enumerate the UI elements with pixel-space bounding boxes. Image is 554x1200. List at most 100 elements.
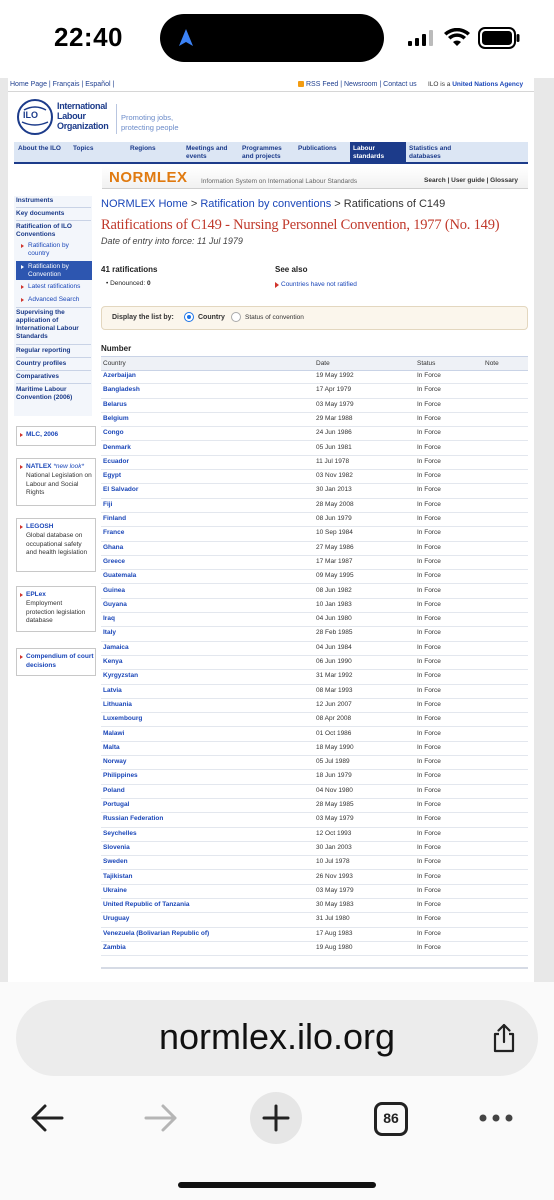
country-link[interactable]: Italy [103, 629, 116, 636]
nav-about[interactable]: About the ILO [18, 145, 61, 152]
not-ratified-link[interactable]: Countries have not ratified [281, 281, 357, 288]
country-link[interactable]: Russian Federation [103, 815, 163, 822]
country-link[interactable]: Latvia [103, 687, 122, 694]
country-link[interactable]: Kenya [103, 658, 123, 665]
nav-regions[interactable]: Regions [130, 145, 156, 152]
nav-publications[interactable]: Publications [298, 145, 337, 152]
un-agency-link[interactable]: United Nations Agency [452, 81, 523, 88]
ratification-date: 03 May 1979 [316, 886, 354, 894]
country-link[interactable]: Kyrgyzstan [103, 672, 138, 679]
country-link[interactable]: El Salvador [103, 486, 138, 493]
user-guide-link[interactable]: User guide [451, 177, 485, 184]
country-link[interactable]: Luxembourg [103, 715, 142, 722]
country-link[interactable]: Ecuador [103, 458, 129, 465]
country-link[interactable]: Malawi [103, 730, 124, 737]
share-icon[interactable] [490, 1022, 518, 1054]
sidebar-item-instruments[interactable]: Instruments [16, 197, 91, 205]
rss-newsroom-contact-links[interactable]: RSS Feed | Newsroom | Contact us [306, 81, 417, 88]
country-link[interactable]: Greece [103, 558, 125, 565]
radio-country[interactable] [184, 312, 194, 322]
country-link[interactable]: Egypt [103, 472, 121, 479]
nav-labour-standards[interactable]: Labour standards [353, 145, 403, 161]
sidebar-item-mlc[interactable]: Maritime Labour Convention (2006) [16, 386, 91, 402]
breadcrumb-home[interactable]: NORMLEX Home [101, 198, 188, 210]
glossary-link[interactable]: Glossary [490, 177, 518, 184]
country-link[interactable]: Fiji [103, 501, 112, 508]
sidebar-item-regular-reporting[interactable]: Regular reporting [16, 347, 91, 355]
country-link[interactable]: Guatemala [103, 572, 136, 579]
country-link[interactable]: Zambia [103, 944, 126, 951]
sidebar-item-supervising[interactable]: Supervising the application of Internati… [16, 309, 91, 341]
sidebar-item-comparatives[interactable]: Comparatives [16, 373, 91, 381]
slogan: Promoting jobs, protecting people [121, 113, 179, 133]
country-link[interactable]: Guyana [103, 601, 127, 608]
country-link[interactable]: Tajikistan [103, 873, 133, 880]
sidebar-item-by-convention[interactable]: Ratification by Convention [28, 263, 88, 279]
eplex-description: Employment protection legislation databa… [26, 600, 86, 624]
sidebar-item-country-profiles[interactable]: Country profiles [16, 360, 91, 368]
country-link[interactable]: Jamaica [103, 644, 129, 651]
back-icon[interactable] [28, 1102, 66, 1134]
forward-icon[interactable] [142, 1102, 180, 1134]
country-link[interactable]: Guinea [103, 587, 125, 594]
compendium-link[interactable]: Compendium of court decisions [26, 653, 94, 670]
sidebar-item-advanced-search[interactable]: Advanced Search [28, 296, 88, 304]
sidebar-item-by-country[interactable]: Ratification by country [28, 242, 88, 258]
country-link[interactable]: Philippines [103, 772, 138, 779]
country-link[interactable]: France [103, 529, 124, 536]
col-header-status[interactable]: Status [417, 360, 435, 367]
country-link[interactable]: Congo [103, 429, 124, 436]
radio-status[interactable] [231, 312, 241, 322]
more-icon[interactable] [478, 1112, 514, 1124]
country-link[interactable]: Ghana [103, 544, 123, 551]
normlex-brand[interactable]: NORMLEX [109, 169, 188, 186]
mlc-box[interactable]: MLC, 2006 [16, 426, 96, 446]
nav-statistics[interactable]: Statistics and databases [409, 145, 469, 161]
compendium-box[interactable]: Compendium of court decisions [16, 648, 96, 676]
country-link[interactable]: Bangladesh [103, 386, 140, 393]
country-link[interactable]: Slovenia [103, 844, 130, 851]
country-link[interactable]: Finland [103, 515, 126, 522]
table-row: Guatemala 09 May 1995 In Force [101, 569, 528, 585]
country-link[interactable]: Norway [103, 758, 126, 765]
search-link[interactable]: Search [424, 177, 446, 184]
radio-status-label[interactable]: Status of convention [245, 314, 304, 321]
address-bar-url[interactable]: normlex.ilo.org [0, 1016, 554, 1058]
language-links[interactable]: Home Page | Français | Español | [10, 81, 114, 88]
page-title: Ratifications of C149 - Nursing Personne… [101, 217, 500, 233]
country-link[interactable]: Portugal [103, 801, 129, 808]
country-link[interactable]: Sweden [103, 858, 128, 865]
nav-meetings[interactable]: Meetings and events [186, 145, 238, 161]
country-link[interactable]: Belarus [103, 401, 127, 408]
eplex-link[interactable]: EPLex [26, 591, 46, 598]
country-link[interactable]: Seychelles [103, 830, 137, 837]
country-link[interactable]: Uruguay [103, 915, 129, 922]
sidebar-item-key-documents[interactable]: Key documents [16, 210, 91, 218]
sidebar-item-latest[interactable]: Latest ratifications [28, 283, 88, 291]
col-header-country[interactable]: Country [103, 360, 126, 367]
country-link[interactable]: Azerbaijan [103, 372, 136, 379]
mlc-link[interactable]: MLC, 2006 [26, 431, 58, 438]
country-link[interactable]: Malta [103, 744, 120, 751]
country-link[interactable]: United Republic of Tanzania [103, 901, 190, 908]
nav-programmes[interactable]: Programmes and projects [242, 145, 294, 161]
legosh-link[interactable]: LEGOSH [26, 523, 53, 530]
natlex-link[interactable]: NATLEX [26, 463, 52, 470]
country-link[interactable]: Belgium [103, 415, 129, 422]
radio-country-label[interactable]: Country [198, 314, 225, 321]
sidebar-item-ratification[interactable]: Ratification of ILO Conventions [16, 223, 91, 239]
col-header-date[interactable]: Date [316, 360, 330, 367]
country-link[interactable]: Denmark [103, 444, 131, 451]
web-page[interactable]: Home Page | Français | Español | RSS Fee… [0, 78, 554, 982]
eplex-box[interactable]: EPLex Employment protection legislation … [16, 586, 96, 632]
country-link[interactable]: Ukraine [103, 887, 127, 894]
breadcrumb-conventions[interactable]: Ratification by conventions [200, 198, 331, 210]
country-link[interactable]: Lithuania [103, 701, 132, 708]
natlex-box[interactable]: NATLEX *new look* National Legislation o… [16, 458, 96, 506]
country-link[interactable]: Poland [103, 787, 125, 794]
ratification-date: 19 May 1992 [316, 372, 354, 379]
legosh-box[interactable]: LEGOSH Global database on occupational s… [16, 518, 96, 572]
country-link[interactable]: Iraq [103, 615, 115, 622]
country-link[interactable]: Venezuela (Bolivarian Republic of) [103, 930, 209, 937]
nav-topics[interactable]: Topics [73, 145, 93, 152]
